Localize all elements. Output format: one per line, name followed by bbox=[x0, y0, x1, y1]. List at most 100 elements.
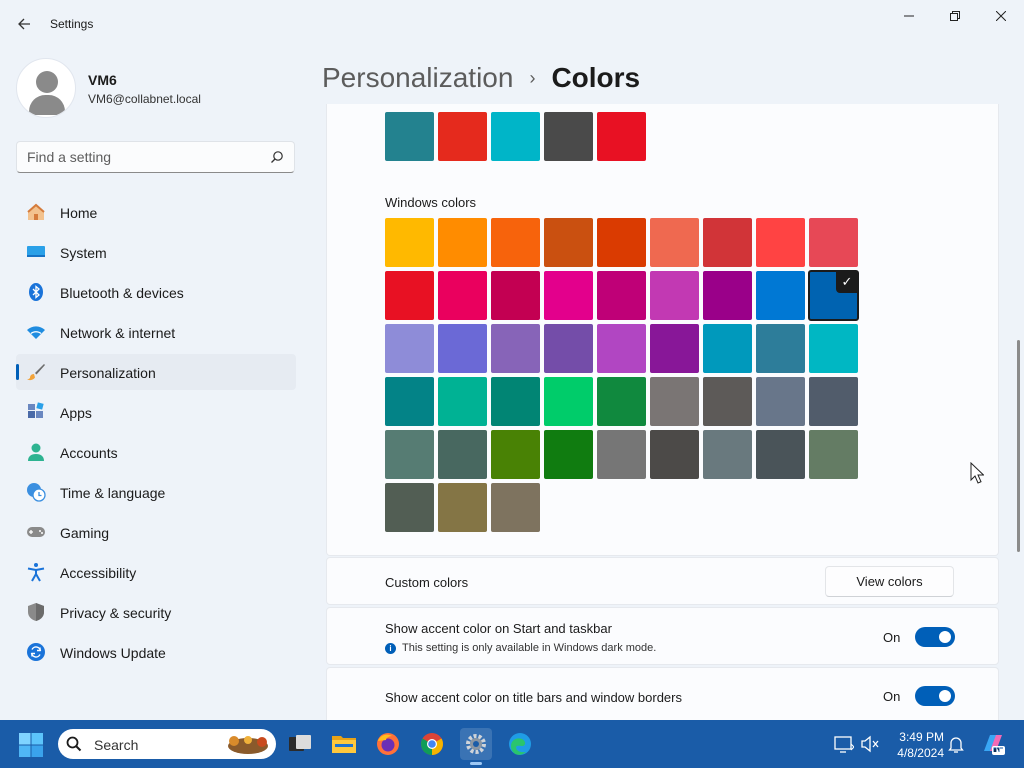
recent-color-swatch[interactable] bbox=[438, 112, 487, 161]
windows-color-swatch[interactable] bbox=[385, 324, 434, 373]
notification-bell-icon[interactable] bbox=[946, 734, 966, 754]
windows-color-swatch[interactable] bbox=[438, 377, 487, 426]
windows-color-swatch[interactable] bbox=[703, 218, 752, 267]
user-profile[interactable]: VM6 VM6@collabnet.local bbox=[16, 58, 296, 118]
windows-color-swatch[interactable] bbox=[438, 218, 487, 267]
windows-color-swatch[interactable] bbox=[703, 377, 752, 426]
taskbar-clock[interactable]: 3:49 PM 4/8/2024 bbox=[884, 729, 944, 761]
recent-color-swatch[interactable] bbox=[544, 112, 593, 161]
minimize-icon bbox=[904, 15, 914, 17]
restore-icon bbox=[950, 11, 960, 21]
sidebar-item-bluetooth[interactable]: Bluetooth & devices bbox=[16, 274, 296, 310]
windows-color-swatch[interactable] bbox=[438, 271, 487, 320]
avatar bbox=[16, 58, 76, 118]
sidebar-item-accounts[interactable]: Accounts bbox=[16, 434, 296, 470]
sidebar-item-accessibility[interactable]: Accessibility bbox=[16, 554, 296, 590]
sidebar-item-label: Home bbox=[60, 205, 98, 221]
task-view-button[interactable] bbox=[284, 728, 316, 760]
windows-color-swatch[interactable] bbox=[597, 430, 646, 479]
windows-color-swatch[interactable] bbox=[650, 430, 699, 479]
sidebar-item-system[interactable]: System bbox=[16, 234, 296, 270]
windows-color-swatch[interactable] bbox=[756, 324, 805, 373]
windows-color-swatch[interactable] bbox=[809, 377, 858, 426]
windows-color-swatch[interactable] bbox=[385, 271, 434, 320]
windows-color-swatch[interactable] bbox=[491, 218, 540, 267]
windows-color-swatch[interactable] bbox=[385, 218, 434, 267]
sidebar-item-home[interactable]: Home bbox=[16, 194, 296, 230]
windows-color-swatch[interactable] bbox=[650, 218, 699, 267]
recent-color-swatch[interactable] bbox=[491, 112, 540, 161]
windows-color-swatch[interactable] bbox=[544, 430, 593, 479]
windows-color-swatch[interactable] bbox=[597, 377, 646, 426]
folder-icon bbox=[332, 736, 356, 753]
settings-taskbar-button[interactable] bbox=[460, 728, 492, 765]
sidebar-item-windows-update[interactable]: Windows Update bbox=[16, 634, 296, 670]
windows-color-swatch[interactable] bbox=[597, 218, 646, 267]
windows-color-swatch[interactable] bbox=[491, 324, 540, 373]
restore-button[interactable] bbox=[932, 0, 978, 32]
windows-color-swatch[interactable] bbox=[491, 430, 540, 479]
windows-color-swatch[interactable] bbox=[385, 430, 434, 479]
firefox-button[interactable] bbox=[372, 728, 404, 760]
sidebar-item-gaming[interactable]: Gaming bbox=[16, 514, 296, 550]
windows-color-swatch[interactable] bbox=[385, 483, 434, 532]
windows-color-swatch[interactable] bbox=[703, 271, 752, 320]
windows-color-swatch[interactable] bbox=[756, 430, 805, 479]
view-colors-button[interactable]: View colors bbox=[825, 566, 954, 597]
edge-button[interactable] bbox=[504, 728, 536, 760]
windows-color-swatch[interactable] bbox=[544, 218, 593, 267]
windows-color-swatch[interactable] bbox=[756, 271, 805, 320]
windows-color-swatch[interactable] bbox=[809, 430, 858, 479]
search-box[interactable] bbox=[16, 141, 295, 173]
windows-color-swatch[interactable] bbox=[597, 271, 646, 320]
recent-color-swatch[interactable] bbox=[597, 112, 646, 161]
scrollbar-thumb[interactable] bbox=[1017, 340, 1020, 552]
copilot-icon[interactable] bbox=[980, 731, 1006, 757]
windows-color-swatch[interactable] bbox=[650, 271, 699, 320]
close-button[interactable] bbox=[978, 0, 1024, 32]
task-view-icon bbox=[289, 735, 311, 751]
volume-muted-icon[interactable] bbox=[860, 734, 880, 754]
windows-color-swatch[interactable]: ✓ bbox=[808, 270, 859, 321]
wifi-icon bbox=[27, 326, 45, 339]
brush-icon bbox=[27, 364, 45, 381]
windows-color-swatch[interactable] bbox=[438, 324, 487, 373]
chevron-right-icon: › bbox=[529, 67, 536, 88]
windows-color-swatch[interactable] bbox=[756, 377, 805, 426]
windows-color-swatch[interactable] bbox=[650, 377, 699, 426]
chrome-button[interactable] bbox=[416, 728, 448, 760]
windows-color-swatch[interactable] bbox=[438, 430, 487, 479]
windows-color-swatch[interactable] bbox=[438, 483, 487, 532]
back-button[interactable] bbox=[8, 8, 40, 40]
breadcrumb-parent[interactable]: Personalization bbox=[322, 62, 513, 94]
sidebar-item-time-language[interactable]: Time & language bbox=[16, 474, 296, 510]
recent-color-swatch[interactable] bbox=[385, 112, 434, 161]
accent-start-taskbar-toggle[interactable] bbox=[915, 627, 955, 647]
network-tray-icon[interactable] bbox=[834, 734, 854, 754]
windows-color-swatch[interactable] bbox=[809, 218, 858, 267]
windows-color-swatch[interactable] bbox=[809, 324, 858, 373]
windows-color-swatch[interactable] bbox=[544, 271, 593, 320]
windows-color-swatch[interactable] bbox=[703, 430, 752, 479]
windows-color-swatch[interactable] bbox=[491, 483, 540, 532]
sidebar-item-apps[interactable]: Apps bbox=[16, 394, 296, 430]
taskbar-search[interactable]: Search bbox=[58, 729, 276, 759]
windows-color-swatch[interactable] bbox=[491, 271, 540, 320]
accent-title-bars-toggle[interactable] bbox=[915, 686, 955, 706]
windows-color-swatch[interactable] bbox=[650, 324, 699, 373]
windows-color-swatch[interactable] bbox=[597, 324, 646, 373]
windows-color-swatch[interactable] bbox=[491, 377, 540, 426]
sidebar-item-privacy[interactable]: Privacy & security bbox=[16, 594, 296, 630]
windows-start-icon[interactable] bbox=[18, 732, 44, 758]
windows-color-swatch[interactable] bbox=[544, 324, 593, 373]
sidebar-item-personalization[interactable]: Personalization bbox=[16, 354, 296, 390]
file-explorer-button[interactable] bbox=[328, 728, 360, 760]
windows-color-swatch[interactable] bbox=[756, 218, 805, 267]
windows-color-swatch[interactable] bbox=[385, 377, 434, 426]
windows-color-swatch[interactable] bbox=[703, 324, 752, 373]
windows-color-swatch[interactable] bbox=[544, 377, 593, 426]
sidebar-item-network[interactable]: Network & internet bbox=[16, 314, 296, 350]
search-input[interactable] bbox=[27, 142, 267, 172]
minimize-button[interactable] bbox=[886, 0, 932, 32]
accent-title-bars-row: Show accent color on title bars and wind… bbox=[326, 667, 999, 720]
